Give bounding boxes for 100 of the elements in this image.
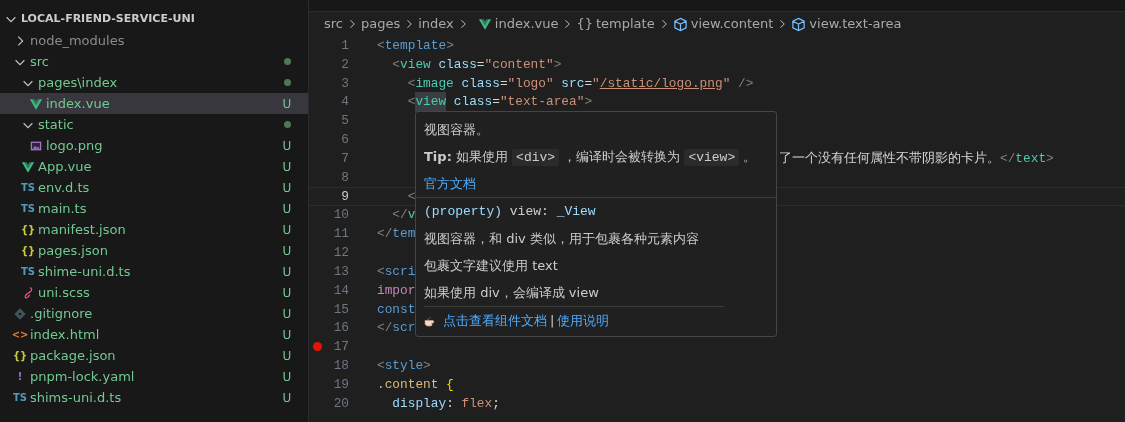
git-icon <box>13 306 27 321</box>
signature-text: (property) view: _View <box>423 203 597 221</box>
json-icon: {} <box>20 245 36 256</box>
cube-icon <box>791 16 807 32</box>
breadcrumb-item[interactable]: view.content <box>690 14 774 34</box>
tree-item[interactable]: static <box>0 114 308 135</box>
code-text: .content { <box>377 376 454 394</box>
line-number: 8 <box>341 168 349 187</box>
tree-item[interactable]: ! pnpm-lock.yaml U <box>0 366 308 387</box>
git-status-text: U <box>282 284 292 302</box>
code-text: impor <box>377 281 416 300</box>
git-status-text: U <box>282 200 292 218</box>
doc-link[interactable]: 点击查看组件文档 <box>443 310 547 331</box>
line-number: 11 <box>333 225 349 244</box>
tree-item[interactable]: .gitignore U <box>0 303 308 324</box>
git-status-text: U <box>282 137 292 155</box>
code-text: <image class="logo" src="/static/logo.png" /> <box>406 74 754 93</box>
git-status-text: U <box>282 221 292 239</box>
line-number: 6 <box>341 131 349 150</box>
line-number: 16 <box>333 319 349 338</box>
code-text: </tem <box>377 225 416 244</box>
vue-icon <box>21 159 35 174</box>
line-number: 3 <box>341 74 349 93</box>
tree-item[interactable]: {} manifest.json U <box>0 219 308 240</box>
html-icon: <> <box>11 329 29 340</box>
code-text: <style> <box>377 357 431 376</box>
tree-item[interactable]: src <box>0 51 308 72</box>
line-number: 20 <box>333 394 349 413</box>
git-status-text: U <box>282 158 292 176</box>
tree-item[interactable]: TS shims-uni.d.ts U <box>0 387 308 408</box>
git-status-text: U <box>282 179 292 197</box>
breadcrumb-item[interactable]: pages <box>361 14 401 34</box>
line-number: 2 <box>341 55 349 74</box>
code-text: <view class="text-area"> <box>406 92 593 112</box>
code-text: < <box>406 187 416 206</box>
code-text: display: flex; <box>391 394 500 413</box>
typescript-icon: TS <box>21 203 35 214</box>
code-text: <view class="content"> <box>391 55 562 74</box>
code-text: <scri <box>377 262 416 281</box>
line-number: 17 <box>333 338 349 357</box>
tree-item[interactable]: pages\index <box>0 72 308 93</box>
tree-item[interactable]: uni.scss U <box>0 282 308 303</box>
cube-icon <box>672 16 688 32</box>
typescript-icon: TS <box>21 266 35 277</box>
code-text: <template> <box>377 36 454 55</box>
git-status-text: U <box>282 263 292 281</box>
tree-item[interactable]: TS shime-uni.d.ts U <box>0 261 308 282</box>
tree-item[interactable]: TS env.d.ts U <box>0 177 308 198</box>
tree-item[interactable]: index.vue U <box>0 93 308 114</box>
tooltip-text: 视图容器，和 div 类似，用于包裹各种元素内容 <box>423 230 700 248</box>
breadcrumb-item[interactable]: src <box>324 14 343 34</box>
line-number: 4 <box>341 93 349 112</box>
line-number: 5 <box>341 112 349 131</box>
breadcrumb-item[interactable]: index <box>418 14 454 34</box>
json-icon: {} <box>12 350 28 361</box>
doc-link[interactable]: 官方文档 <box>424 173 476 194</box>
git-status-text: U <box>282 242 292 260</box>
yaml-icon: ! <box>17 371 23 382</box>
tree-item[interactable]: <>index.html U <box>0 324 308 345</box>
tooltip-text: 视图容器。 <box>423 121 490 139</box>
braces-icon: {} <box>576 14 593 34</box>
git-status-text: U <box>282 305 292 323</box>
line-number: 9 <box>341 187 349 206</box>
explorer-title: LOCAL-FRIEND-SERVICE-UNI <box>21 10 195 27</box>
json-icon: {} <box>20 224 36 235</box>
line-number: 12 <box>333 244 349 263</box>
typescript-icon: TS <box>21 182 35 193</box>
git-status-text: U <box>282 347 292 365</box>
breadcrumb-item[interactable]: template <box>596 14 655 34</box>
breakpoint-dot[interactable] <box>313 342 322 352</box>
tree-item[interactable]: logo.png U <box>0 135 308 156</box>
vue-icon <box>477 17 492 31</box>
git-status-text: U <box>282 389 292 407</box>
line-number: 14 <box>333 281 349 300</box>
separator-text: | <box>550 311 555 330</box>
doc-link[interactable]: 使用说明 <box>557 310 610 331</box>
tooltip-text: 包裹文字建议使用 text <box>423 257 559 275</box>
line-number: 19 <box>333 376 349 394</box>
tree-item[interactable]: App.vue U <box>0 156 308 177</box>
tree-item[interactable]: {} pages.json U <box>0 240 308 261</box>
code-text: 了一个没有任何属性不带阴影的卡片。</text> <box>779 149 1054 168</box>
git-status-text: U <box>282 95 292 113</box>
tooltip-text: Tip: 如果使用 <div> ，编译时会被转换为 <view> 。 <box>423 148 758 168</box>
tooltip-text: 如果使用 div，会编译成 view <box>423 284 600 302</box>
line-number: 1 <box>341 36 349 55</box>
code-text: const <box>377 300 416 319</box>
git-status-text: U <box>282 326 292 344</box>
line-number: 13 <box>333 262 349 281</box>
code-text: </scr <box>377 319 416 338</box>
breadcrumb-item[interactable]: index.vue <box>494 14 559 34</box>
breadcrumb-item[interactable]: view.text-area <box>809 14 902 34</box>
line-number: 18 <box>333 357 349 376</box>
git-status-text: U <box>282 368 292 386</box>
code-text: </v <box>391 206 416 225</box>
line-number: 15 <box>333 300 349 319</box>
tree-item[interactable]: TS main.ts U <box>0 198 308 219</box>
typescript-icon: TS <box>13 392 27 403</box>
tree-item[interactable]: {} package.json U <box>0 345 308 366</box>
tree-item[interactable]: node_modules <box>0 30 308 51</box>
line-number: 7 <box>341 149 349 168</box>
